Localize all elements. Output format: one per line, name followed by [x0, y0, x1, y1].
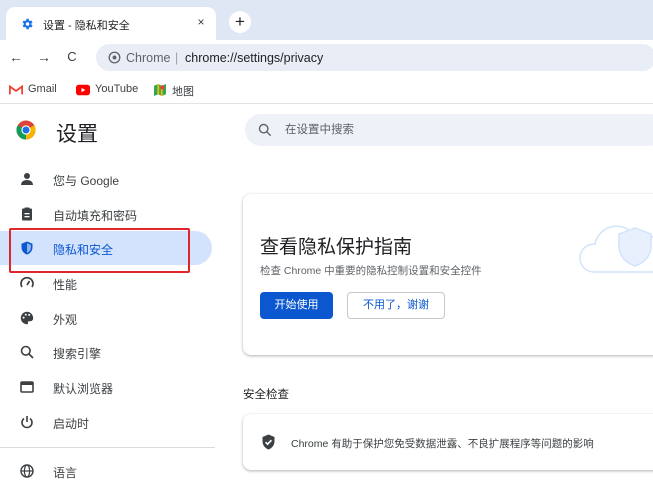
sidebar-item-autofill[interactable]: 自动填充和密码	[0, 197, 212, 231]
settings-sidebar: 您与 Google 自动填充和密码 隐私和安全 性能 外观 搜索引擎 默认浏览器…	[0, 160, 225, 491]
sidebar-item-label: 默认浏览器	[53, 382, 114, 396]
settings-search-box[interactable]	[245, 114, 653, 146]
omnibox-url: chrome://settings/privacy	[185, 51, 324, 65]
safety-check-card: Chrome 有助于保护您免受数据泄露、不良扩展程序等问题的影响	[243, 414, 653, 470]
sidebar-item-label: 自动填充和密码	[53, 209, 138, 223]
search-icon	[258, 123, 272, 137]
sidebar-item-you-and-google[interactable]: 您与 Google	[0, 162, 212, 196]
bookmark-gmail[interactable]: Gmail	[9, 82, 67, 98]
reload-button[interactable]: C	[63, 48, 81, 66]
bookmark-label: Gmail	[28, 83, 57, 95]
person-icon	[21, 173, 33, 185]
sidebar-item-search-engine[interactable]: 搜索引擎	[0, 335, 212, 369]
chrome-page-icon	[108, 51, 121, 64]
new-tab-button[interactable]: +	[229, 11, 251, 33]
privacy-guide-card: 查看隐私保护指南 检查 Chrome 中重要的隐私控制设置和安全控件 开始使用 …	[243, 194, 653, 355]
get-started-button[interactable]: 开始使用	[260, 292, 333, 319]
sidebar-divider	[0, 447, 215, 448]
safety-check-text: Chrome 有助于保护您免受数据泄露、不良扩展程序等问题的影响	[291, 438, 594, 450]
sidebar-item-on-startup[interactable]: 启动时	[0, 405, 212, 439]
gmail-icon	[9, 84, 23, 95]
tab-strip: 设置 - 隐私和安全 × +	[0, 0, 653, 40]
maps-icon	[154, 84, 166, 96]
sidebar-item-label: 您与 Google	[53, 174, 120, 188]
bookmark-youtube[interactable]: YouTube	[76, 82, 146, 98]
browser-icon	[20, 381, 34, 393]
sidebar-item-label: 启动时	[53, 417, 90, 431]
globe-icon	[20, 464, 34, 478]
bookmark-maps[interactable]: 地图	[153, 82, 198, 98]
privacy-guide-title: 查看隐私保护指南	[260, 237, 413, 258]
address-bar[interactable]: Chrome | chrome://settings/privacy	[96, 44, 653, 71]
settings-header: 设置	[0, 104, 653, 158]
tab-title: 设置 - 隐私和安全	[43, 20, 130, 32]
bookmarks-bar: Gmail YouTube 地图	[0, 76, 653, 104]
forward-button[interactable]: →	[35, 48, 53, 66]
back-button[interactable]: ←	[7, 48, 25, 66]
power-icon	[21, 416, 33, 429]
chrome-logo-icon	[16, 120, 36, 140]
bookmark-label: 地图	[172, 86, 194, 98]
safety-check-heading: 安全检查	[243, 389, 289, 401]
bookmark-label: YouTube	[95, 83, 139, 95]
highlight-annotation-box	[9, 228, 190, 273]
speedometer-icon	[20, 276, 34, 288]
tab-close-icon[interactable]: ×	[193, 14, 209, 30]
no-thanks-button[interactable]: 不用了，谢谢	[347, 292, 445, 319]
shield-check-icon	[262, 434, 275, 450]
sidebar-item-languages[interactable]: 语言	[0, 454, 212, 488]
palette-icon	[20, 311, 34, 325]
omnibox-separator: |	[175, 51, 179, 65]
page-title: 设置	[56, 123, 98, 146]
search-input[interactable]	[285, 122, 625, 138]
youtube-icon	[76, 84, 90, 96]
sidebar-item-label: 语言	[53, 466, 78, 480]
settings-gear-icon	[22, 18, 33, 30]
cloud-shield-illustration-icon	[579, 225, 653, 273]
sidebar-item-label: 性能	[53, 278, 78, 292]
search-icon	[20, 345, 34, 359]
sidebar-item-default-browser[interactable]: 默认浏览器	[0, 370, 212, 404]
sidebar-item-appearance[interactable]: 外观	[0, 301, 212, 335]
clipboard-icon	[22, 207, 32, 221]
sidebar-item-label: 搜索引擎	[53, 347, 102, 361]
toolbar: ← → C Chrome | chrome://settings/privacy	[0, 40, 653, 76]
sidebar-item-label: 外观	[53, 313, 78, 327]
tab-settings-privacy[interactable]: 设置 - 隐私和安全 ×	[6, 7, 216, 40]
privacy-guide-description: 检查 Chrome 中重要的隐私控制设置和安全控件	[260, 265, 482, 277]
omnibox-site-label: Chrome	[126, 51, 171, 65]
